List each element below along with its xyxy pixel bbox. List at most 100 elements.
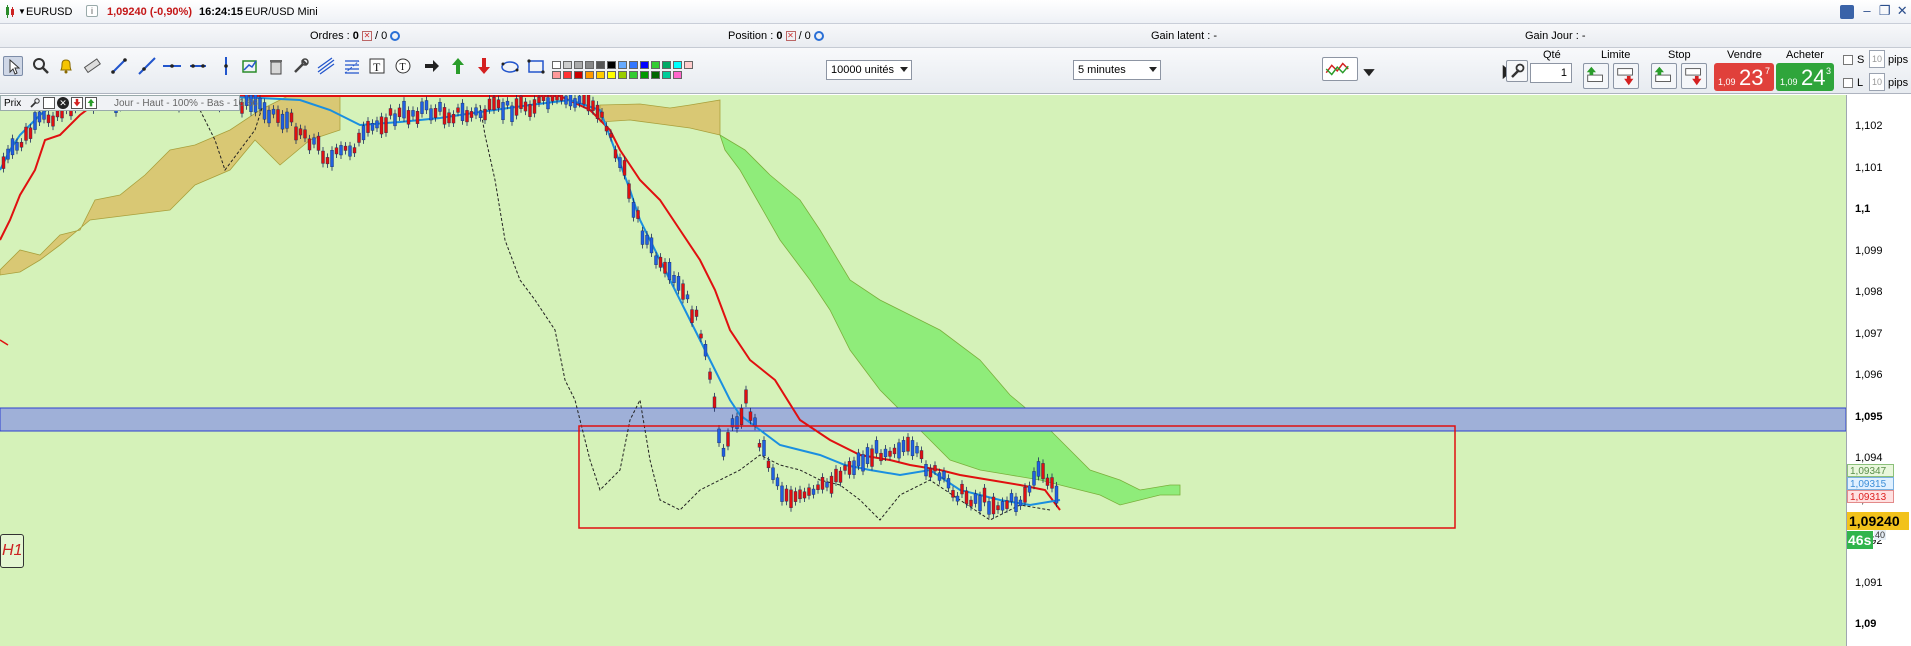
color-swatch[interactable] <box>585 71 594 79</box>
stop-checkbox-label: S <box>1857 54 1865 66</box>
candle-body <box>312 137 316 145</box>
panel-collapse-arrow-icon[interactable] <box>1497 62 1512 80</box>
stop-buy-button[interactable] <box>1651 63 1677 89</box>
color-swatch[interactable] <box>574 61 583 69</box>
quantity-input[interactable]: 1 <box>1530 63 1572 83</box>
sell-arrow-icon[interactable] <box>474 56 494 76</box>
indicators-button[interactable] <box>1322 57 1358 81</box>
timeframe-select[interactable]: 5 minutes <box>1073 60 1161 80</box>
candle-body <box>676 276 681 291</box>
color-swatch[interactable] <box>574 71 583 79</box>
close-position-icon[interactable]: ✕ <box>785 31 796 42</box>
stop-sell-button[interactable] <box>1681 63 1707 89</box>
horizontal-ray-tool-icon[interactable] <box>188 56 208 76</box>
sell-button[interactable]: 1,09 23 7 <box>1714 63 1774 91</box>
arrow-tool-icon[interactable] <box>422 56 442 76</box>
price-tag-blue: 1,09315 <box>1847 477 1894 490</box>
segment-tool-icon[interactable] <box>109 56 129 76</box>
chart-sell-arrow-icon[interactable] <box>71 97 83 109</box>
indicators-dropdown-arrow-icon[interactable] <box>1359 62 1375 77</box>
limit-label: Limite <box>1601 49 1631 61</box>
pitchfork-tool-icon[interactable] <box>316 56 336 76</box>
color-swatch[interactable] <box>651 61 660 69</box>
color-swatch[interactable] <box>618 71 627 79</box>
keyboard-icon[interactable] <box>1839 5 1855 19</box>
pointer-tool-icon[interactable] <box>3 56 23 76</box>
order-settings-wrench-icon[interactable] <box>1506 60 1528 82</box>
color-swatch[interactable] <box>552 71 561 79</box>
chart-buy-arrow-icon[interactable] <box>85 97 97 109</box>
trash-icon[interactable] <box>266 56 286 76</box>
vertical-line-tool-icon[interactable] <box>216 56 236 76</box>
candle-body <box>726 432 730 447</box>
color-swatch[interactable] <box>552 61 561 69</box>
price-chart[interactable] <box>0 95 1911 646</box>
cancel-orders-icon[interactable]: ✕ <box>361 31 372 42</box>
color-swatch[interactable] <box>684 61 693 69</box>
close-icon[interactable]: ✕ <box>1894 2 1910 22</box>
color-swatch[interactable] <box>629 71 638 79</box>
text-tool-icon[interactable]: T <box>367 56 387 76</box>
color-swatch[interactable] <box>640 71 649 79</box>
color-swatch[interactable] <box>662 71 671 79</box>
color-swatch[interactable] <box>563 61 572 69</box>
color-swatch[interactable] <box>629 61 638 69</box>
tools-icon[interactable] <box>291 56 311 76</box>
color-swatch[interactable] <box>618 61 627 69</box>
restore-icon[interactable]: ❐ <box>1877 2 1893 22</box>
svg-text:T: T <box>400 62 406 73</box>
color-swatch[interactable] <box>673 61 682 69</box>
position-label: Position : <box>728 30 774 42</box>
color-swatch[interactable] <box>662 61 671 69</box>
color-swatch[interactable] <box>607 71 616 79</box>
fibonacci-tool-icon[interactable] <box>342 56 362 76</box>
chart-window-icon[interactable] <box>43 97 55 109</box>
horizontal-line-tool-icon[interactable] <box>162 56 182 76</box>
stop-pips-input[interactable]: 10 <box>1869 50 1885 68</box>
comment-tool-icon[interactable]: T <box>393 56 413 76</box>
rectangle-tool-icon[interactable] <box>526 56 546 76</box>
limit-sell-button[interactable] <box>1613 63 1639 89</box>
color-swatch[interactable] <box>596 61 605 69</box>
limit-pips-input[interactable]: 10 <box>1869 73 1885 91</box>
zoom-tool-icon[interactable] <box>31 56 51 76</box>
limit-checkbox[interactable] <box>1843 78 1853 88</box>
instrument-name[interactable]: EURUSD <box>26 6 72 18</box>
candle-body <box>798 489 802 500</box>
limit-buy-button[interactable] <box>1583 63 1609 89</box>
candle-body <box>447 112 451 124</box>
color-swatch[interactable] <box>651 71 660 79</box>
info-icon[interactable]: i <box>86 5 98 17</box>
price-axis[interactable]: 1,102 1,101 1,1 1,099 1,098 1,097 1,096 1,095 1,… <box>1846 95 1911 646</box>
position-settings-icon[interactable] <box>813 31 824 42</box>
minimize-icon[interactable]: – <box>1859 2 1875 22</box>
color-swatch[interactable] <box>640 61 649 69</box>
candle-body <box>523 101 528 112</box>
color-swatch[interactable] <box>585 61 594 69</box>
instrument-dropdown-arrow-icon[interactable]: ▼ <box>18 7 26 16</box>
chart-object-tool-icon[interactable] <box>240 56 260 76</box>
candle-body <box>474 107 478 116</box>
candle-body <box>370 123 375 131</box>
candle-body <box>289 112 294 123</box>
trendline-tool-icon[interactable] <box>137 56 157 76</box>
alert-bell-icon[interactable] <box>56 56 76 76</box>
buy-button[interactable]: 1,09 24 3 <box>1776 63 1834 91</box>
color-swatch[interactable] <box>563 71 572 79</box>
candle-body <box>271 108 276 115</box>
chart-wrench-icon[interactable] <box>29 97 41 109</box>
color-swatch[interactable] <box>596 71 605 79</box>
buy-arrow-icon[interactable] <box>448 56 468 76</box>
chart-canvas[interactable] <box>0 95 1846 646</box>
candle-body <box>388 108 393 116</box>
ruler-tool-icon[interactable] <box>82 56 102 76</box>
color-swatch[interactable] <box>607 61 616 69</box>
units-select[interactable]: 10000 unités <box>826 60 912 80</box>
candle-body <box>514 98 519 116</box>
orders-settings-icon[interactable] <box>390 31 401 42</box>
chart-close-icon[interactable]: ✕ <box>57 97 69 109</box>
ellipse-tool-icon[interactable] <box>500 56 520 76</box>
color-swatch[interactable] <box>673 71 682 79</box>
stop-checkbox[interactable] <box>1843 55 1853 65</box>
timeframe-h1-label[interactable]: H1 <box>0 534 24 568</box>
